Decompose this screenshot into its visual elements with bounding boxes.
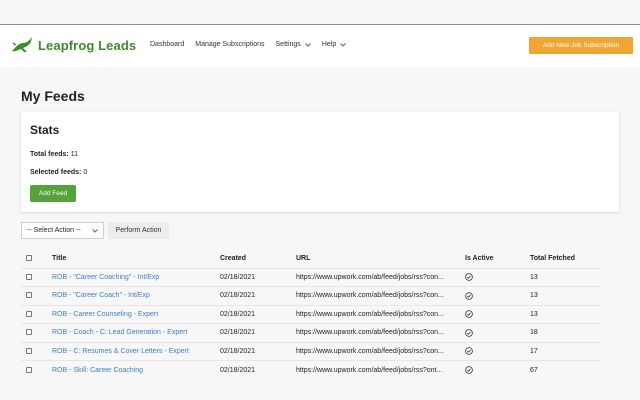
brand[interactable]: Leapfrog Leads bbox=[10, 35, 136, 55]
feed-created: 02/18/2021 bbox=[220, 286, 296, 305]
header-created[interactable]: Created bbox=[220, 250, 296, 268]
feed-url: https://www.upwork.com/ab/feed/jobs/rss?… bbox=[296, 267, 465, 287]
feed-active-cell bbox=[465, 341, 530, 361]
bulk-action-select-value: -- Select Action -- bbox=[27, 227, 81, 234]
feed-url: https://www.upwork.com/ab/feed/jobs/rss?… bbox=[296, 323, 465, 342]
feed-title-link[interactable]: ROB - Career Counseling - Expert bbox=[52, 311, 158, 318]
feed-created: 02/18/2021 bbox=[220, 304, 296, 324]
feed-title-link[interactable]: ROB - Coach - C: Lead Generation - Exper… bbox=[52, 329, 187, 336]
navbar: Leapfrog Leads Dashboard Manage Subscrip… bbox=[0, 25, 640, 67]
total-feeds-value: 11 bbox=[70, 151, 78, 158]
table-row: ROB - Skill: Career Coaching 02/18/2021 … bbox=[21, 360, 600, 379]
row-checkbox[interactable] bbox=[26, 347, 32, 354]
table-row: ROB - "Career Coach" - Int/Exp 02/18/202… bbox=[21, 286, 600, 305]
check-circle-icon bbox=[465, 310, 473, 319]
row-select-cell bbox=[21, 360, 52, 379]
total-feeds-stat: Total feeds: 11 bbox=[30, 151, 78, 158]
feed-title-link[interactable]: ROB - "Career Coach" - Int/Exp bbox=[52, 292, 150, 299]
feed-active-cell bbox=[465, 267, 530, 287]
selected-feeds-value: 0 bbox=[83, 169, 88, 176]
table-row: ROB - Career Counseling - Expert 02/18/2… bbox=[21, 304, 600, 324]
feed-active-cell bbox=[465, 360, 530, 379]
main-nav: Dashboard Manage Subscriptions Settings … bbox=[150, 41, 357, 48]
chevron-down-icon bbox=[92, 229, 98, 233]
feed-active-cell bbox=[465, 304, 530, 324]
header-total-fetched[interactable]: Total Fetched bbox=[530, 250, 600, 268]
select-all-cell bbox=[21, 250, 52, 268]
feed-active-cell bbox=[465, 286, 530, 305]
page-title: My Feeds bbox=[21, 88, 85, 104]
select-all-checkbox[interactable] bbox=[26, 255, 32, 262]
check-circle-icon bbox=[465, 347, 473, 356]
feed-url: https://www.upwork.com/ab/feed/jobs/rss?… bbox=[296, 341, 465, 361]
row-select-cell bbox=[21, 304, 52, 324]
header-is-active[interactable]: Is Active bbox=[465, 250, 530, 268]
feed-title-link[interactable]: ROB - Skill: Career Coaching bbox=[52, 367, 143, 374]
table-header-row: Title Created URL Is Active Total Fetche… bbox=[21, 250, 600, 268]
feed-title-link[interactable]: ROB - C: Resumes & Cover Letters - Exper… bbox=[52, 348, 189, 355]
feed-created: 02/18/2021 bbox=[220, 341, 296, 361]
feed-title-link[interactable]: ROB - "Career Coaching" - Int/Exp bbox=[52, 274, 159, 281]
row-checkbox[interactable] bbox=[26, 273, 32, 280]
nav-help-label: Help bbox=[321, 41, 337, 48]
check-circle-icon bbox=[465, 273, 473, 282]
row-checkbox[interactable] bbox=[26, 292, 32, 299]
nav-settings-label: Settings bbox=[275, 41, 301, 48]
feed-total-fetched: 13 bbox=[530, 267, 600, 287]
feed-active-cell bbox=[465, 323, 530, 342]
header-title[interactable]: Title bbox=[52, 250, 220, 268]
selected-feeds-label: Selected feeds: bbox=[30, 169, 82, 176]
feed-created: 02/18/2021 bbox=[220, 360, 296, 379]
chevron-down-icon bbox=[340, 42, 347, 47]
table-row: ROB - C: Resumes & Cover Letters - Exper… bbox=[21, 341, 600, 361]
bulk-action-select[interactable]: -- Select Action -- bbox=[21, 222, 104, 239]
nav-help[interactable]: Help bbox=[321, 41, 347, 48]
perform-action-button[interactable]: Perform Action bbox=[108, 222, 169, 239]
feed-total-fetched: 18 bbox=[530, 323, 600, 342]
row-select-cell bbox=[21, 267, 52, 287]
row-select-cell bbox=[21, 341, 52, 361]
feed-total-fetched: 17 bbox=[530, 341, 600, 361]
check-circle-icon bbox=[465, 328, 473, 337]
nav-settings[interactable]: Settings bbox=[276, 41, 311, 48]
nav-dashboard-label: Dashboard bbox=[150, 41, 185, 48]
nav-dashboard[interactable]: Dashboard bbox=[150, 41, 184, 48]
add-feed-button[interactable]: Add Feed bbox=[30, 185, 76, 202]
add-new-job-subscription-button[interactable]: Add New Job Subscription bbox=[529, 37, 633, 54]
table-row: ROB - "Career Coaching" - Int/Exp 02/18/… bbox=[21, 267, 600, 287]
frog-icon bbox=[12, 37, 32, 52]
row-select-cell bbox=[21, 286, 52, 305]
header-url[interactable]: URL bbox=[296, 250, 465, 268]
feed-url: https://www.upwork.com/ab/feed/jobs/rss?… bbox=[296, 286, 465, 305]
chevron-down-icon bbox=[304, 42, 311, 47]
nav-manage-subscriptions[interactable]: Manage Subscriptions bbox=[195, 41, 264, 48]
feed-total-fetched: 13 bbox=[530, 286, 600, 305]
stats-card: Stats Total feeds: 11 Selected feeds: 0 … bbox=[21, 112, 619, 212]
row-checkbox[interactable] bbox=[26, 310, 32, 317]
feed-url: https://www.upwork.com/ab/feed/jobs/rss?… bbox=[296, 360, 465, 379]
feeds-table: Title Created URL Is Active Total Fetche… bbox=[21, 250, 600, 379]
table-row: ROB - Coach - C: Lead Generation - Exper… bbox=[21, 323, 600, 342]
stats-title: Stats bbox=[30, 123, 60, 137]
feed-created: 02/18/2021 bbox=[220, 267, 296, 287]
nav-manage-subscriptions-label: Manage Subscriptions bbox=[195, 41, 265, 48]
feed-url: https://www.upwork.com/ab/feed/jobs/rss?… bbox=[296, 304, 465, 324]
feed-total-fetched: 13 bbox=[530, 304, 600, 324]
check-circle-icon bbox=[465, 291, 473, 300]
feed-total-fetched: 67 bbox=[530, 360, 600, 379]
row-checkbox[interactable] bbox=[26, 329, 32, 336]
row-select-cell bbox=[21, 323, 52, 342]
total-feeds-label: Total feeds: bbox=[30, 151, 69, 158]
feed-created: 02/18/2021 bbox=[220, 323, 296, 342]
brand-name: Leapfrog Leads bbox=[38, 37, 137, 53]
check-circle-icon bbox=[465, 366, 473, 374]
browser-top-strip bbox=[0, 0, 640, 25]
row-checkbox[interactable] bbox=[26, 366, 32, 373]
selected-feeds-stat: Selected feeds: 0 bbox=[30, 169, 87, 176]
